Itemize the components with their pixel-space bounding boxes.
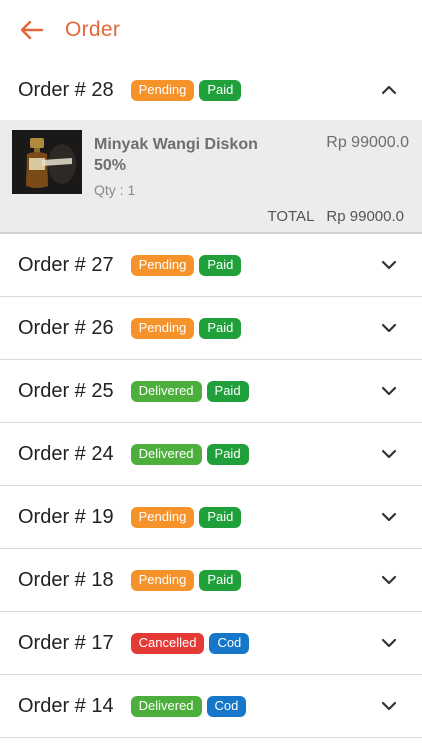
total-value: Rp 99000.0 — [326, 208, 404, 225]
status-badge: Delivered — [130, 695, 202, 717]
order-title: Order # 18 — [18, 568, 114, 591]
order-row-header[interactable]: Order # 27 Pending Paid — [0, 234, 422, 296]
chevron-down-icon[interactable] — [380, 700, 398, 712]
chevron-down-icon[interactable] — [380, 574, 398, 586]
product-quantity: Qty : 1 — [94, 182, 136, 198]
chevron-down-icon[interactable] — [380, 322, 398, 334]
divider — [0, 737, 422, 738]
back-arrow-icon[interactable] — [20, 18, 44, 42]
order-title: Order # 24 — [18, 442, 114, 465]
order-title: Order # 17 — [18, 631, 114, 654]
payment-badge: Paid — [199, 317, 242, 339]
payment-badge: Paid — [199, 79, 242, 101]
chevron-down-icon[interactable] — [380, 511, 398, 523]
order-title: Order # 28 — [18, 78, 114, 101]
order-row-header[interactable]: Order # 18 Pending Paid — [0, 549, 422, 611]
payment-badge: Paid — [199, 506, 242, 528]
status-badge: Pending — [130, 569, 195, 591]
chevron-down-icon[interactable] — [380, 385, 398, 397]
payment-badge: Cod — [206, 695, 247, 717]
status-badge: Pending — [130, 506, 195, 528]
order-title: Order # 26 — [18, 316, 114, 339]
order-row-header[interactable]: Order # 28 Pending Paid — [0, 60, 422, 120]
total-label: TOTAL — [267, 208, 315, 225]
order-row-header[interactable]: Order # 19 Pending Paid — [0, 486, 422, 548]
order-row-header[interactable]: Order # 26 Pending Paid — [0, 297, 422, 359]
order-row-header[interactable]: Order # 25 Delivered Paid — [0, 360, 422, 422]
chevron-down-icon[interactable] — [380, 448, 398, 460]
order-row-header[interactable]: Order # 14 Delivered Cod — [0, 675, 422, 737]
payment-badge: Paid — [199, 569, 242, 591]
order-title: Order # 25 — [18, 379, 114, 402]
chevron-down-icon[interactable] — [380, 637, 398, 649]
page-title: Order — [65, 18, 121, 41]
status-badge: Pending — [130, 254, 195, 276]
payment-badge: Paid — [206, 443, 249, 465]
app-bar: Order — [0, 0, 422, 60]
payment-badge: Paid — [206, 380, 249, 402]
order-total: TOTAL Rp 99000.0 — [267, 208, 404, 225]
order-row-header[interactable]: Order # 24 Delivered Paid — [0, 423, 422, 485]
order-title: Order # 27 — [18, 253, 114, 276]
status-badge: Cancelled — [130, 632, 205, 654]
product-price: Rp 99000.0 — [326, 134, 409, 151]
status-badge: Delivered — [130, 380, 202, 402]
payment-badge: Paid — [199, 254, 242, 276]
status-badge: Delivered — [130, 443, 202, 465]
order-title: Order # 19 — [18, 505, 114, 528]
order-row-header[interactable]: Order # 17 Cancelled Cod — [0, 612, 422, 674]
status-badge: Pending — [130, 317, 195, 339]
order-list: Order # 28 Pending Paid Minyak Wangi Dis… — [0, 60, 422, 738]
product-name: Minyak Wangi Diskon 50% — [94, 136, 258, 174]
chevron-up-icon[interactable] — [380, 84, 398, 96]
product-image — [12, 130, 82, 194]
chevron-down-icon[interactable] — [380, 259, 398, 271]
payment-badge: Cod — [209, 632, 250, 654]
order-title: Order # 14 — [18, 694, 114, 717]
order-detail: Minyak Wangi Diskon 50% Qty : 1 Rp 99000… — [0, 120, 422, 232]
status-badge: Pending — [130, 79, 195, 101]
